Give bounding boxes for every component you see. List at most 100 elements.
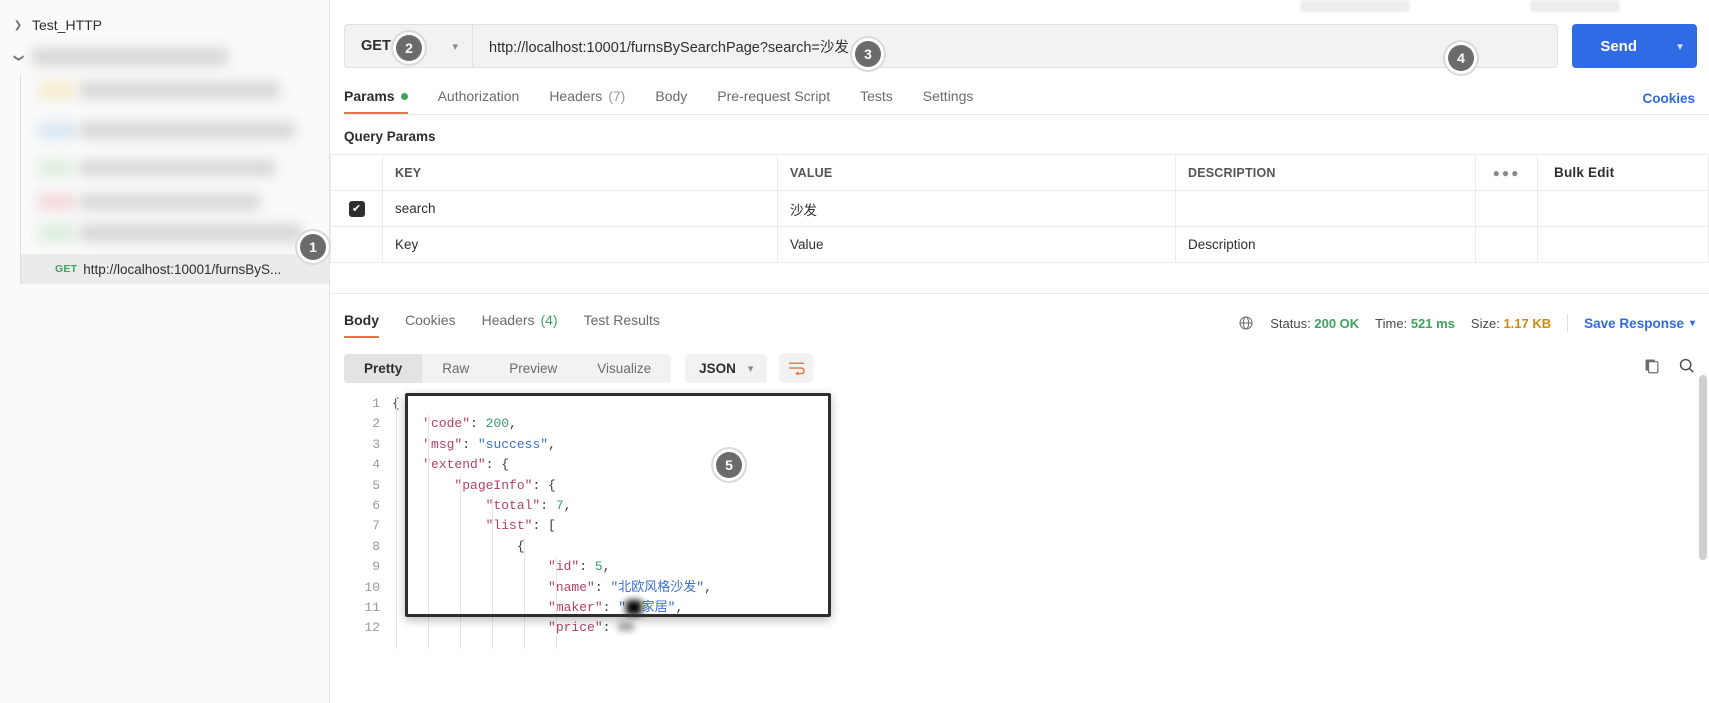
tab-pre-request-script[interactable]: Pre-request Script — [717, 88, 830, 114]
row-options[interactable] — [1475, 190, 1538, 227]
language-selector[interactable]: JSON ▾ — [685, 353, 768, 383]
row-options[interactable] — [1475, 226, 1538, 263]
format-visualize[interactable]: Visualize — [577, 354, 671, 383]
format-pretty[interactable]: Pretty — [344, 353, 423, 383]
code-token: , — [548, 436, 556, 452]
list-item[interactable] — [20, 188, 329, 222]
request-name-label: http://localhost:10001/furnsByS... — [83, 261, 282, 277]
tab-headers[interactable]: Headers (7) — [549, 88, 625, 114]
response-scrollbar[interactable] — [1699, 375, 1707, 560]
line-numbers: 1 2 3 4 5 6 7 8 9 10 11 12 — [330, 394, 392, 639]
chevron-down-icon[interactable]: ▾ — [748, 362, 754, 375]
code-token: : { — [485, 457, 510, 473]
copy-icon[interactable] — [1643, 357, 1660, 379]
table-row: ✔ search 沙发 — [330, 190, 1709, 227]
word-wrap-icon[interactable] — [779, 353, 814, 383]
tab-label: Authorization — [437, 88, 520, 104]
format-raw[interactable]: Raw — [422, 354, 489, 383]
line-number: 6 — [372, 497, 380, 513]
code-content[interactable]: { "code": 200, "msg": "success", "extend… — [392, 394, 1709, 649]
bulk-edit-header: Bulk Edit — [1537, 154, 1709, 191]
send-options-chevron-down-icon[interactable]: ▾ — [1663, 24, 1697, 68]
callout-marker-1: 1 — [300, 234, 326, 260]
blurred-collection-name — [32, 48, 228, 66]
format-preview[interactable]: Preview — [489, 354, 577, 383]
code-token: : — [602, 620, 619, 636]
select-all-column — [330, 154, 383, 191]
list-item[interactable] — [20, 112, 329, 150]
list-item[interactable] — [20, 74, 329, 112]
query-params-title: Query Params — [344, 129, 436, 144]
sidebar-item-test-http[interactable]: Test_HTTP — [0, 10, 329, 40]
tab-count: (4) — [540, 312, 558, 328]
status-value: 200 OK — [1314, 315, 1360, 331]
cell-key[interactable]: search — [382, 190, 778, 227]
tab-label: Headers — [481, 312, 535, 328]
code-line: { — [392, 394, 1709, 414]
search-icon[interactable] — [1678, 357, 1695, 379]
tab-body[interactable]: Body — [655, 88, 687, 114]
line-number: 2 — [372, 416, 380, 432]
tab-authorization[interactable]: Authorization — [438, 88, 520, 114]
cell-value[interactable]: 沙发 — [777, 190, 1176, 227]
list-item[interactable] — [20, 150, 329, 188]
code-token: 200 — [485, 416, 510, 432]
time-text: Time: 521 ms — [1375, 316, 1455, 331]
list-item[interactable] — [20, 222, 329, 254]
params-table: KEY VALUE DESCRIPTION ●●● Bulk Edit ✔ se… — [330, 154, 1709, 263]
tab-label: Test Results — [583, 312, 660, 328]
row-checkbox[interactable]: ✔ — [348, 201, 365, 218]
blurred-request-name — [80, 122, 295, 139]
code-token: "id" — [548, 559, 580, 575]
cell-key-placeholder[interactable]: Key — [382, 226, 778, 263]
tab-label: Cookies — [405, 312, 456, 328]
sidebar-collection-expanded[interactable] — [0, 40, 329, 74]
tab-response-cookies[interactable]: Cookies — [405, 312, 456, 338]
tab-response-body[interactable]: Body — [344, 312, 379, 338]
column-value: VALUE — [777, 154, 1176, 191]
response-body-code[interactable]: 123456789101112 { "code": 200, "msg": "s… — [330, 394, 1709, 649]
chevron-down-icon[interactable]: ▾ — [452, 40, 458, 53]
callout-marker-5: 5 — [716, 452, 742, 478]
indent-guide — [396, 394, 397, 649]
tab-tests[interactable]: Tests — [860, 88, 893, 114]
table-header-row: KEY VALUE DESCRIPTION ●●● Bulk Edit — [330, 154, 1709, 191]
code-token: 7 — [555, 497, 564, 513]
code-token: 5 — [594, 559, 603, 575]
code-token: , — [563, 497, 572, 513]
redacted-text: 00 — [618, 620, 634, 636]
send-button[interactable]: Send — [1572, 24, 1663, 68]
chevron-down-icon[interactable]: ▾ — [1690, 318, 1695, 329]
tab-label: Params — [344, 88, 395, 104]
method-label: GET — [361, 38, 391, 54]
cell-value-placeholder[interactable]: Value — [777, 226, 1176, 263]
main-panel: GET ▾ http://localhost:10001/furnsBySear… — [330, 0, 1709, 703]
indent-guide — [428, 414, 429, 649]
cell-description[interactable] — [1175, 190, 1476, 227]
chevron-right-icon[interactable] — [8, 20, 28, 31]
ghost-tab — [1300, 0, 1410, 12]
code-token: "extend" — [423, 457, 486, 473]
tab-response-headers[interactable]: Headers (4) — [482, 312, 558, 338]
format-segmented-control: Pretty Raw Preview Visualize — [344, 353, 672, 383]
indent-guide — [460, 475, 461, 649]
column-options-icon[interactable]: ●●● — [1475, 154, 1538, 191]
line-number: 4 — [372, 457, 380, 473]
response-tabs: Body Cookies Headers (4) Test Results — [344, 312, 660, 338]
cell-description-placeholder[interactable]: Description — [1175, 226, 1476, 263]
line-number: 9 — [372, 559, 380, 575]
sidebar-item-selected-request[interactable]: GET http://localhost:10001/furnsByS... — [20, 254, 329, 284]
code-token: " — [618, 599, 627, 615]
callout-marker-3: 3 — [855, 41, 881, 67]
tab-settings[interactable]: Settings — [923, 88, 974, 114]
tab-params[interactable]: Params — [344, 88, 408, 114]
cookies-link[interactable]: Cookies — [1642, 91, 1695, 106]
blurred-method-chip — [38, 122, 76, 139]
save-response-button[interactable]: Save Response ▾ — [1584, 316, 1695, 331]
bulk-edit-link[interactable]: Bulk Edit — [1554, 165, 1614, 180]
response-header: Body Cookies Headers (4) Test Results St… — [344, 308, 1709, 338]
url-input[interactable]: http://localhost:10001/furnsBySearchPage… — [472, 24, 1559, 68]
tab-test-results[interactable]: Test Results — [584, 312, 660, 338]
chevron-down-icon[interactable] — [8, 52, 28, 63]
